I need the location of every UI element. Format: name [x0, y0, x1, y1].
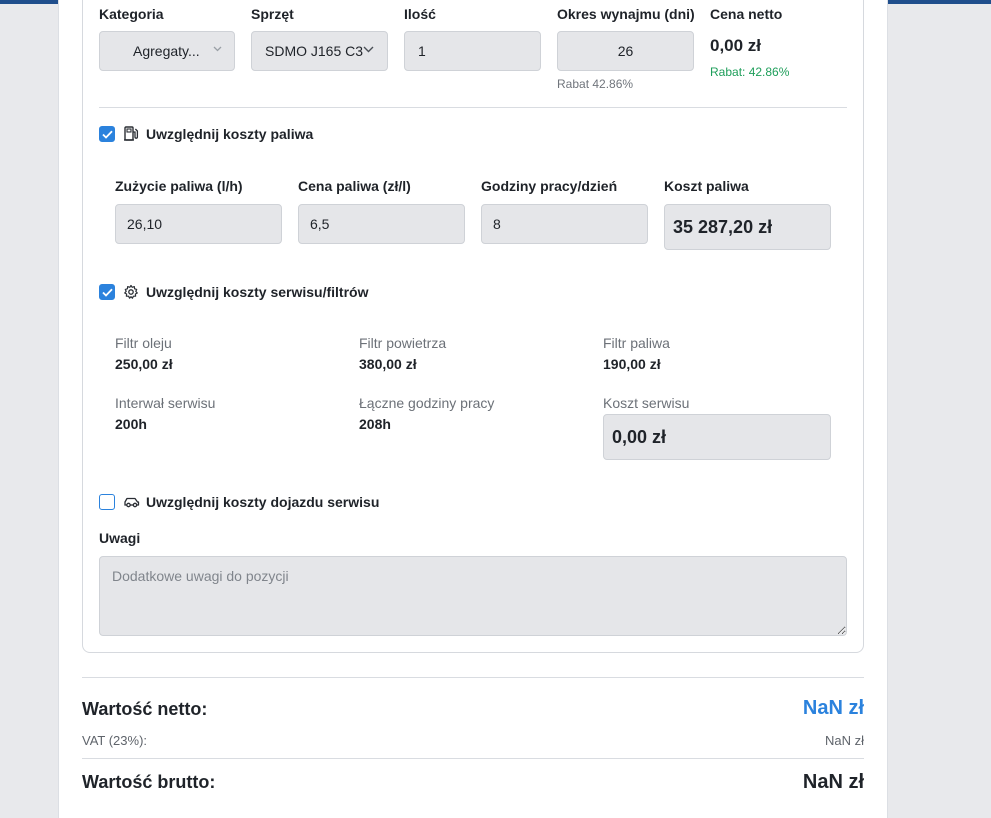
- net-price-value: 0,00 zł: [710, 36, 762, 55]
- travel-checkbox[interactable]: [99, 494, 115, 510]
- summary-divider: [82, 758, 864, 759]
- vat-label: VAT (23%):: [82, 733, 148, 748]
- net-price-label: Cena netto: [710, 6, 783, 22]
- fuel-pump-icon: [123, 125, 139, 142]
- service-interval-label: Interwał serwisu: [115, 395, 216, 411]
- work-hours-label: Godziny pracy/dzień: [481, 178, 618, 194]
- car-icon: [123, 495, 140, 509]
- divider: [99, 107, 847, 108]
- rental-days-input[interactable]: 26: [557, 31, 694, 71]
- service-cost-display: 0,00 zł: [603, 414, 831, 460]
- service-checkbox[interactable]: [99, 284, 115, 300]
- notes-label: Uwagi: [99, 530, 141, 546]
- service-checkbox-label: Uwzględnij koszty serwisu/filtrów: [146, 284, 369, 300]
- quantity-value: 1: [418, 43, 426, 59]
- fuel-cost-display: 35 287,20 zł: [664, 204, 831, 250]
- fuel-filter-value: 190,00 zł: [603, 356, 661, 372]
- air-filter-label: Filtr powietrza: [359, 335, 447, 351]
- fuel-cost-label: Koszt paliwa: [664, 178, 749, 194]
- quantity-label: Ilość: [404, 6, 436, 22]
- total-hours-label: Łączne godziny pracy: [359, 395, 495, 411]
- equipment-label: Sprzęt: [251, 6, 294, 22]
- fuel-consumption-label: Zużycie paliwa (l/h): [115, 178, 243, 194]
- service-interval-value: 200h: [115, 416, 147, 432]
- service-cost-label: Koszt serwisu: [603, 395, 690, 411]
- work-hours-input[interactable]: 8: [481, 204, 648, 244]
- summary-divider: [82, 677, 864, 678]
- fuel-filter-label: Filtr paliwa: [603, 335, 670, 351]
- fuel-checkbox[interactable]: [99, 126, 115, 142]
- rental-days-value: 26: [617, 43, 634, 59]
- chevron-down-icon: [363, 46, 374, 53]
- work-hours-value: 8: [493, 216, 501, 232]
- air-filter-value: 380,00 zł: [359, 356, 417, 372]
- category-label: Kategoria: [99, 6, 164, 22]
- fuel-consumption-input[interactable]: 26,10: [115, 204, 282, 244]
- fuel-cost-value: 35 287,20 zł: [673, 216, 773, 237]
- oil-filter-value: 250,00 zł: [115, 356, 173, 372]
- check-icon: [101, 288, 113, 297]
- total-hours-value: 208h: [359, 416, 391, 432]
- fuel-price-value: 6,5: [310, 216, 330, 232]
- equipment-select-value: SDMO J165 C3: [265, 43, 364, 59]
- net-total-value: NaN zł: [802, 697, 864, 719]
- fuel-checkbox-label: Uwzględnij koszty paliwa: [146, 126, 314, 142]
- notes-textarea[interactable]: [99, 556, 847, 636]
- chevron-down-icon: [213, 46, 222, 52]
- category-select[interactable]: Agregaty...: [99, 31, 235, 71]
- net-total-label: Wartość netto:: [82, 699, 208, 719]
- check-icon: [101, 130, 113, 139]
- fuel-price-input[interactable]: 6,5: [298, 204, 465, 244]
- gear-icon: [123, 284, 139, 300]
- travel-checkbox-label: Uwzględnij koszty dojazdu serwisu: [146, 494, 380, 510]
- oil-filter-label: Filtr oleju: [115, 335, 172, 351]
- service-cost-value: 0,00 zł: [612, 426, 667, 447]
- fuel-price-label: Cena paliwa (zł/l): [298, 178, 411, 194]
- vat-value: NaN zł: [824, 733, 864, 748]
- rental-discount-note: Rabat 42.86%: [557, 77, 634, 91]
- rental-days-label: Okres wynajmu (dni): [557, 6, 695, 22]
- quantity-input[interactable]: 1: [404, 31, 541, 71]
- equipment-select[interactable]: SDMO J165 C3: [251, 31, 388, 71]
- net-price-discount: Rabat: 42.86%: [710, 65, 790, 79]
- gross-total-label: Wartość brutto:: [82, 772, 216, 792]
- category-select-value: Agregaty...: [133, 43, 200, 59]
- gross-total-value: NaN zł: [802, 771, 864, 793]
- fuel-consumption-value: 26,10: [127, 216, 163, 232]
